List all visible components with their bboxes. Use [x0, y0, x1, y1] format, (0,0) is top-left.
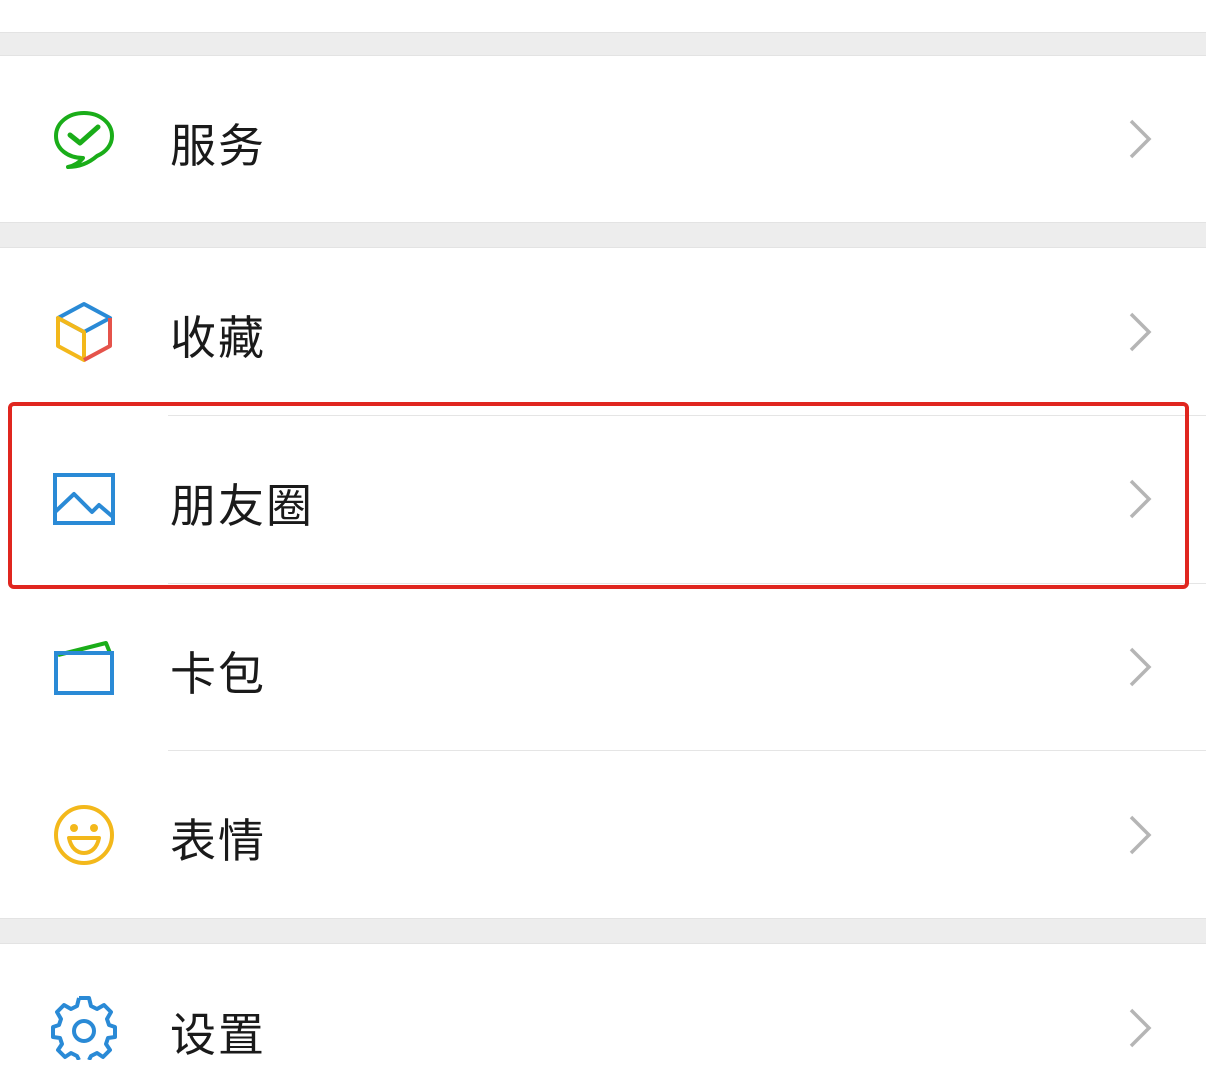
section-gap [0, 32, 1206, 56]
section-gap [0, 222, 1206, 248]
chevron-right-icon [1122, 813, 1158, 857]
chevron-right-icon [1122, 117, 1158, 161]
menu-item-moments[interactable]: 朋友圈 [0, 416, 1206, 583]
menu-item-label: 表情 [170, 814, 266, 868]
picture-icon [50, 465, 118, 533]
menu-item-label: 设置 [170, 1008, 266, 1062]
chevron-right-icon [1122, 645, 1158, 689]
cube-icon [50, 298, 118, 366]
top-strip [0, 0, 1206, 32]
menu-item-label: 收藏 [170, 311, 266, 365]
chevron-right-icon [1122, 477, 1158, 521]
menu-item-label: 服务 [170, 119, 266, 173]
wechat-pay-icon [50, 105, 118, 173]
menu-item-stickers[interactable]: 表情 [0, 751, 1206, 918]
menu-item-cards[interactable]: 卡包 [0, 584, 1206, 750]
menu-item-services[interactable]: 服务 [0, 56, 1206, 222]
menu-item-label: 卡包 [170, 647, 266, 701]
chevron-right-icon [1122, 310, 1158, 354]
gear-icon [50, 993, 118, 1061]
wallet-icon [50, 633, 118, 701]
menu-item-settings[interactable]: 设置 [0, 944, 1206, 1062]
chevron-right-icon [1122, 1006, 1158, 1050]
smiley-icon [50, 801, 118, 869]
menu-item-favorites[interactable]: 收藏 [0, 248, 1206, 415]
menu-item-label: 朋友圈 [170, 479, 314, 533]
section-gap [0, 918, 1206, 944]
